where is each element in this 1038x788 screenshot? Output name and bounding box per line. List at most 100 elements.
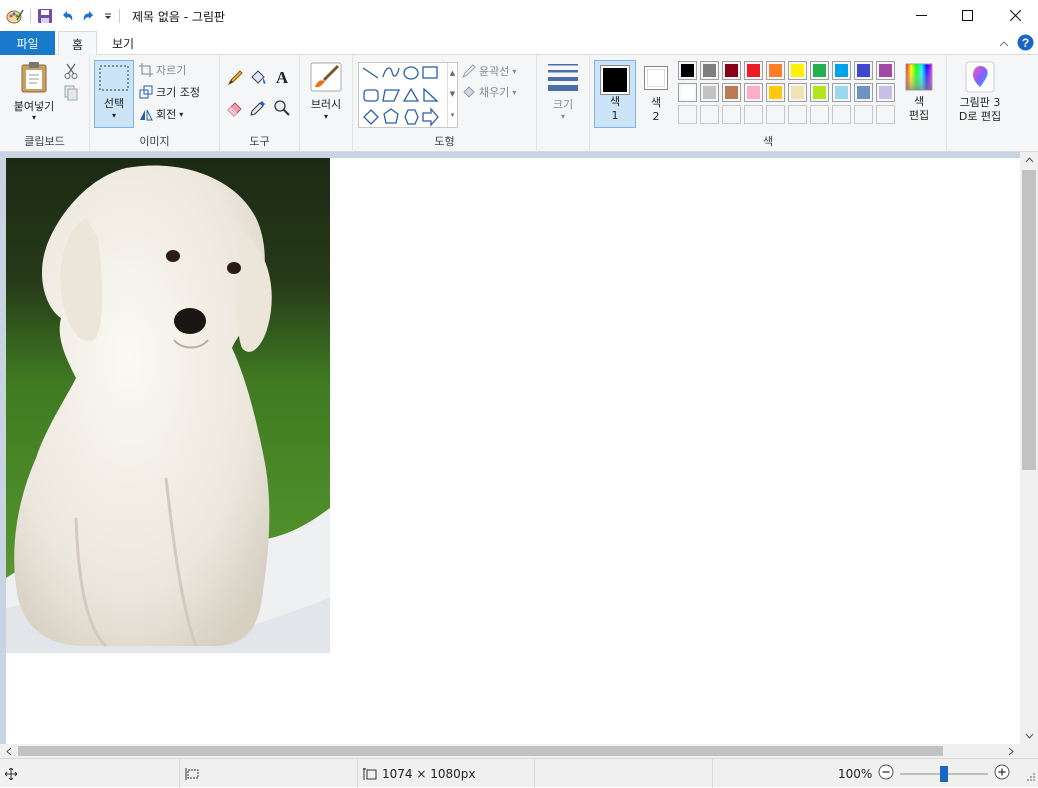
drawing-canvas[interactable] xyxy=(6,158,1020,744)
scroll-right-icon[interactable] xyxy=(1002,744,1020,758)
brushes-button[interactable]: 브러시 ▾ xyxy=(305,61,347,122)
color1-button[interactable]: 색 1 xyxy=(594,60,636,128)
qat-separator xyxy=(30,9,31,23)
vertical-scroll-thumb[interactable] xyxy=(1022,170,1036,470)
text-icon[interactable]: A xyxy=(273,68,291,89)
minimize-button[interactable] xyxy=(898,0,944,31)
palette-color-swatch[interactable] xyxy=(854,61,873,80)
palette-color-swatch[interactable] xyxy=(788,61,807,80)
rotate-dropdown-icon[interactable]: ▾ xyxy=(179,110,183,119)
redo-icon[interactable] xyxy=(81,8,97,24)
help-icon[interactable]: ? xyxy=(1017,34,1034,54)
rectangle-shape-icon[interactable] xyxy=(422,66,438,79)
line-shape-icon[interactable] xyxy=(362,67,379,79)
brushes-dropdown-icon[interactable]: ▾ xyxy=(305,112,347,122)
close-button[interactable] xyxy=(992,0,1038,31)
palette-color-swatch[interactable] xyxy=(766,61,785,80)
maximize-button[interactable] xyxy=(944,0,990,31)
scroll-left-icon[interactable] xyxy=(0,744,18,758)
palette-color-swatch[interactable] xyxy=(832,83,851,102)
tab-view[interactable]: 보기 xyxy=(100,31,146,56)
palette-color-swatch[interactable] xyxy=(744,61,763,80)
cut-icon[interactable] xyxy=(64,63,78,82)
palette-custom-empty-swatch[interactable] xyxy=(832,105,851,124)
horizontal-scrollbar[interactable] xyxy=(0,744,1020,758)
palette-color-swatch[interactable] xyxy=(678,83,697,102)
scroll-down-icon[interactable] xyxy=(1020,728,1038,744)
palette-color-swatch[interactable] xyxy=(700,83,719,102)
triangle-shape-icon[interactable] xyxy=(402,87,420,102)
qat-dropdown-icon[interactable] xyxy=(103,10,113,22)
curve-shape-icon[interactable] xyxy=(382,67,400,78)
collapse-ribbon-icon[interactable] xyxy=(999,37,1009,51)
vertical-scrollbar[interactable] xyxy=(1020,152,1038,744)
resize-grip-icon[interactable] xyxy=(1026,771,1036,785)
zoom-out-icon[interactable] xyxy=(878,764,894,783)
palette-color-swatch[interactable] xyxy=(744,83,763,102)
zoom-slider-thumb[interactable] xyxy=(940,765,949,782)
palette-color-swatch[interactable] xyxy=(810,83,829,102)
zoom-slider[interactable] xyxy=(900,765,989,782)
crop-button[interactable]: 자르기 xyxy=(139,62,186,78)
palette-color-swatch[interactable] xyxy=(876,61,895,80)
oval-shape-icon[interactable] xyxy=(403,66,419,80)
save-icon[interactable] xyxy=(37,8,53,24)
polygon-shape-icon[interactable] xyxy=(382,89,401,102)
edit-with-paint3d-button[interactable]: 그림판 3 D로 편집 xyxy=(949,61,1011,124)
scroll-up-icon[interactable] xyxy=(1020,152,1038,168)
palette-color-swatch[interactable] xyxy=(810,61,829,80)
palette-custom-empty-swatch[interactable] xyxy=(876,105,895,124)
resize-button[interactable]: 크기 조정 xyxy=(139,84,200,100)
size-button[interactable]: 크기 ▾ xyxy=(542,61,584,122)
eraser-icon[interactable] xyxy=(226,99,244,120)
shapes-scroll[interactable]: ▲ ▼ ▾ xyxy=(447,63,457,127)
palette-color-swatch[interactable] xyxy=(700,61,719,80)
hexagon-shape-icon[interactable] xyxy=(404,109,419,125)
right-triangle-shape-icon[interactable] xyxy=(423,87,439,102)
palette-custom-empty-swatch[interactable] xyxy=(722,105,741,124)
palette-custom-empty-swatch[interactable] xyxy=(810,105,829,124)
tab-file[interactable]: 파일 xyxy=(0,31,55,55)
palette-custom-empty-swatch[interactable] xyxy=(700,105,719,124)
rounded-rectangle-shape-icon[interactable] xyxy=(363,89,379,102)
palette-custom-empty-swatch[interactable] xyxy=(766,105,785,124)
palette-color-swatch[interactable] xyxy=(722,61,741,80)
paint-app-icon[interactable] xyxy=(6,8,24,24)
fill-dropdown-icon[interactable]: ▾ xyxy=(512,88,516,97)
palette-custom-empty-swatch[interactable] xyxy=(744,105,763,124)
palette-color-swatch[interactable] xyxy=(788,83,807,102)
palette-color-swatch[interactable] xyxy=(832,61,851,80)
palette-custom-empty-swatch[interactable] xyxy=(678,105,697,124)
paste-dropdown-icon[interactable]: ▾ xyxy=(8,114,60,122)
diamond-shape-icon[interactable] xyxy=(363,109,379,125)
magnifier-icon[interactable] xyxy=(273,99,291,120)
outline-dropdown-icon[interactable]: ▾ xyxy=(512,67,516,76)
select-button[interactable]: 선택 ▾ xyxy=(94,60,134,128)
palette-custom-empty-swatch[interactable] xyxy=(854,105,873,124)
select-dropdown-icon[interactable]: ▾ xyxy=(95,111,133,121)
copy-icon[interactable] xyxy=(64,85,78,104)
palette-custom-empty-swatch[interactable] xyxy=(788,105,807,124)
zoom-in-icon[interactable] xyxy=(994,764,1010,783)
fill-button[interactable]: 채우기 ▾ xyxy=(462,84,516,100)
horizontal-scroll-thumb[interactable] xyxy=(18,746,943,756)
rotate-button[interactable]: 회전 ▾ xyxy=(139,106,183,122)
outline-button[interactable]: 윤곽선 ▾ xyxy=(462,63,516,79)
color-picker-icon[interactable] xyxy=(249,99,267,120)
palette-color-swatch[interactable] xyxy=(854,83,873,102)
arrow-shape-icon[interactable] xyxy=(422,107,439,127)
edit-colors-button[interactable]: 색 편집 xyxy=(901,62,937,123)
shapes-gallery[interactable]: ▲ ▼ ▾ xyxy=(358,62,458,128)
palette-color-swatch[interactable] xyxy=(722,83,741,102)
undo-icon[interactable] xyxy=(59,8,75,24)
tab-home[interactable]: 홈 xyxy=(58,31,97,56)
size-dropdown-icon[interactable]: ▾ xyxy=(542,112,584,122)
pencil-icon[interactable] xyxy=(226,69,244,90)
palette-color-swatch[interactable] xyxy=(766,83,785,102)
paste-button[interactable]: 붙여넣기 ▾ xyxy=(8,61,60,122)
pentagon-shape-icon[interactable] xyxy=(383,108,399,124)
fill-bucket-icon[interactable] xyxy=(249,69,267,90)
palette-color-swatch[interactable] xyxy=(678,61,697,80)
palette-color-swatch[interactable] xyxy=(876,83,895,102)
color2-button[interactable]: 색 2 xyxy=(640,60,672,128)
